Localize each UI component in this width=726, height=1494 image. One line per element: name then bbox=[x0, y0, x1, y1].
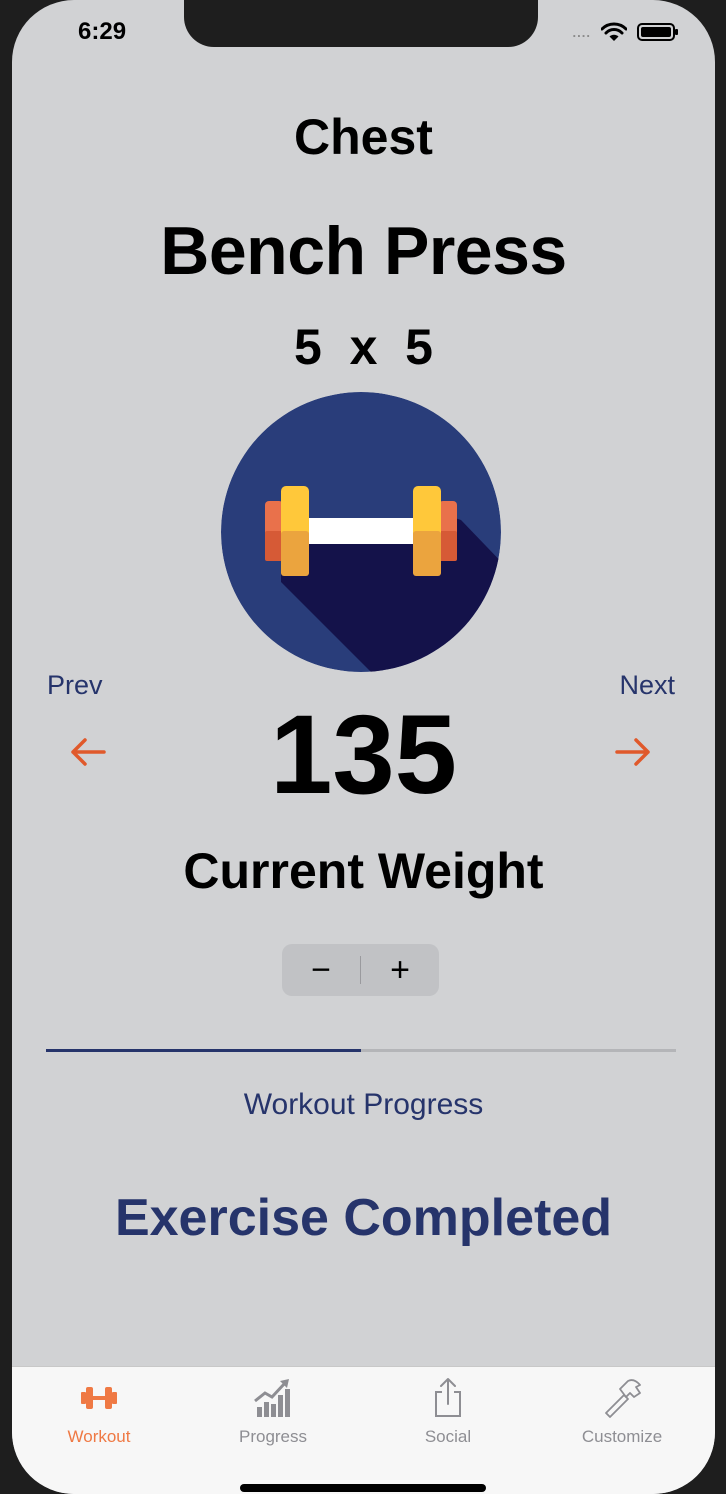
dumbbell-icon bbox=[81, 1387, 117, 1409]
hammer-icon bbox=[605, 1379, 641, 1418]
exercise-completed-status: Exercise Completed bbox=[114, 1189, 613, 1247]
current-weight-label: Current Weight bbox=[183, 843, 544, 899]
increment-button[interactable]: + bbox=[361, 944, 439, 996]
status-time: 6:29 bbox=[78, 18, 127, 45]
tab-label: Social bbox=[424, 1427, 472, 1446]
tab-progress[interactable]: Progress bbox=[203, 1375, 343, 1447]
tab-label: Progress bbox=[238, 1427, 308, 1446]
tab-bar: Workout Progress Social Customize bbox=[12, 1366, 715, 1494]
category-title: Chest bbox=[294, 109, 433, 165]
notch bbox=[184, 0, 538, 47]
current-weight-value: 135 bbox=[270, 692, 457, 817]
tab-social[interactable]: Social bbox=[378, 1375, 518, 1447]
home-indicator bbox=[240, 1484, 486, 1492]
tab-customize[interactable]: Customize bbox=[552, 1375, 692, 1447]
app-screen: 6:29 .... Chest Bench Press 5 x 5 Prev N… bbox=[12, 0, 715, 1494]
exercise-name: Bench Press bbox=[160, 213, 567, 289]
sets-reps: 5 x 5 bbox=[294, 319, 433, 375]
tab-label: Workout bbox=[67, 1427, 131, 1446]
tab-label: Customize bbox=[581, 1427, 663, 1446]
decrement-button[interactable]: − bbox=[282, 944, 360, 996]
wifi-icon bbox=[601, 22, 627, 41]
tab-workout[interactable]: Workout bbox=[29, 1375, 169, 1447]
share-icon bbox=[435, 1378, 461, 1417]
dumbbell-icon bbox=[221, 392, 501, 672]
signal-icon: .... bbox=[572, 24, 591, 40]
status-icons: .... bbox=[572, 20, 678, 44]
weight-stepper[interactable]: − + bbox=[282, 944, 439, 996]
workout-progress-label: Workout Progress bbox=[243, 1088, 484, 1121]
battery-icon bbox=[637, 23, 678, 41]
workout-progress-bar bbox=[46, 1049, 676, 1052]
workout-progress-fill bbox=[46, 1049, 361, 1052]
chart-icon bbox=[254, 1379, 290, 1417]
